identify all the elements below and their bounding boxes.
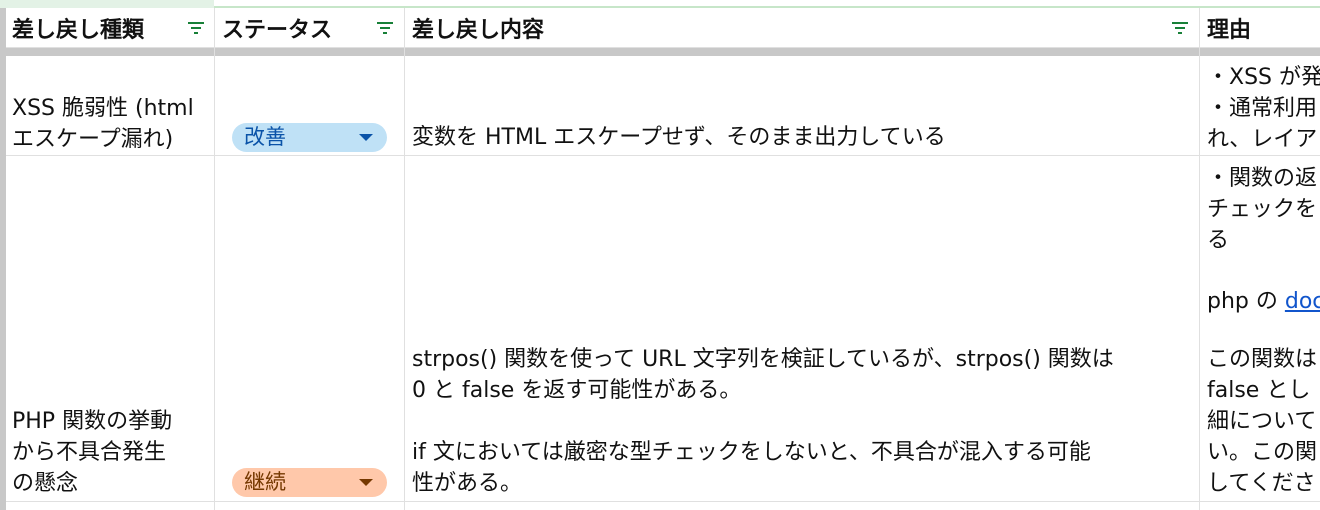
chevron-down-icon xyxy=(359,134,373,141)
link-prefix: php の xyxy=(1207,289,1285,314)
filter-icon[interactable] xyxy=(184,16,208,40)
cell-reason[interactable]: ・関数の返 チェックを る xyxy=(1207,163,1320,256)
column-divider xyxy=(1199,8,1200,510)
cell-type[interactable]: XSS 脆弱性 (html エスケープ漏れ) xyxy=(12,93,210,155)
row-divider xyxy=(6,501,1320,502)
chevron-down-icon xyxy=(359,479,373,486)
frozen-row-divider[interactable] xyxy=(0,48,1320,56)
documentation-link[interactable]: doc xyxy=(1285,289,1320,314)
column-header-type[interactable]: 差し戻し種類 xyxy=(12,8,182,48)
column-header-status[interactable]: ステータス xyxy=(222,8,362,48)
filter-icon[interactable] xyxy=(1168,16,1192,40)
cell-reason-link-line[interactable]: php の doc xyxy=(1207,286,1320,317)
column-divider xyxy=(214,8,215,510)
filter-icon[interactable] xyxy=(373,16,397,40)
column-header-reason[interactable]: 理由 xyxy=(1207,8,1320,48)
column-header-content[interactable]: 差し戻し内容 xyxy=(412,8,1112,48)
cell-type[interactable]: PHP 関数の挙動 から不具合発生 の懸念 xyxy=(12,406,210,501)
cell-reason[interactable]: ・XSS が発 ・通常利用 れ、レイア xyxy=(1207,62,1320,155)
cell-content[interactable]: 変数を HTML エスケープせず、そのまま出力している xyxy=(412,122,1197,153)
cell-reason[interactable]: この関数は false とし 細について い。この関 してくださ xyxy=(1207,344,1320,501)
status-label: 継続 xyxy=(244,470,286,494)
cell-content[interactable]: strpos() 関数を使って URL 文字列を検証しているが、strpos()… xyxy=(412,344,1199,501)
row-divider xyxy=(6,155,1320,156)
status-dropdown-chip[interactable]: 改善 xyxy=(232,123,387,152)
frozen-column-divider[interactable] xyxy=(0,8,6,510)
selected-column-indicator xyxy=(0,0,214,8)
column-divider xyxy=(404,8,405,510)
status-label: 改善 xyxy=(244,125,286,149)
status-dropdown-chip[interactable]: 継続 xyxy=(232,468,387,497)
